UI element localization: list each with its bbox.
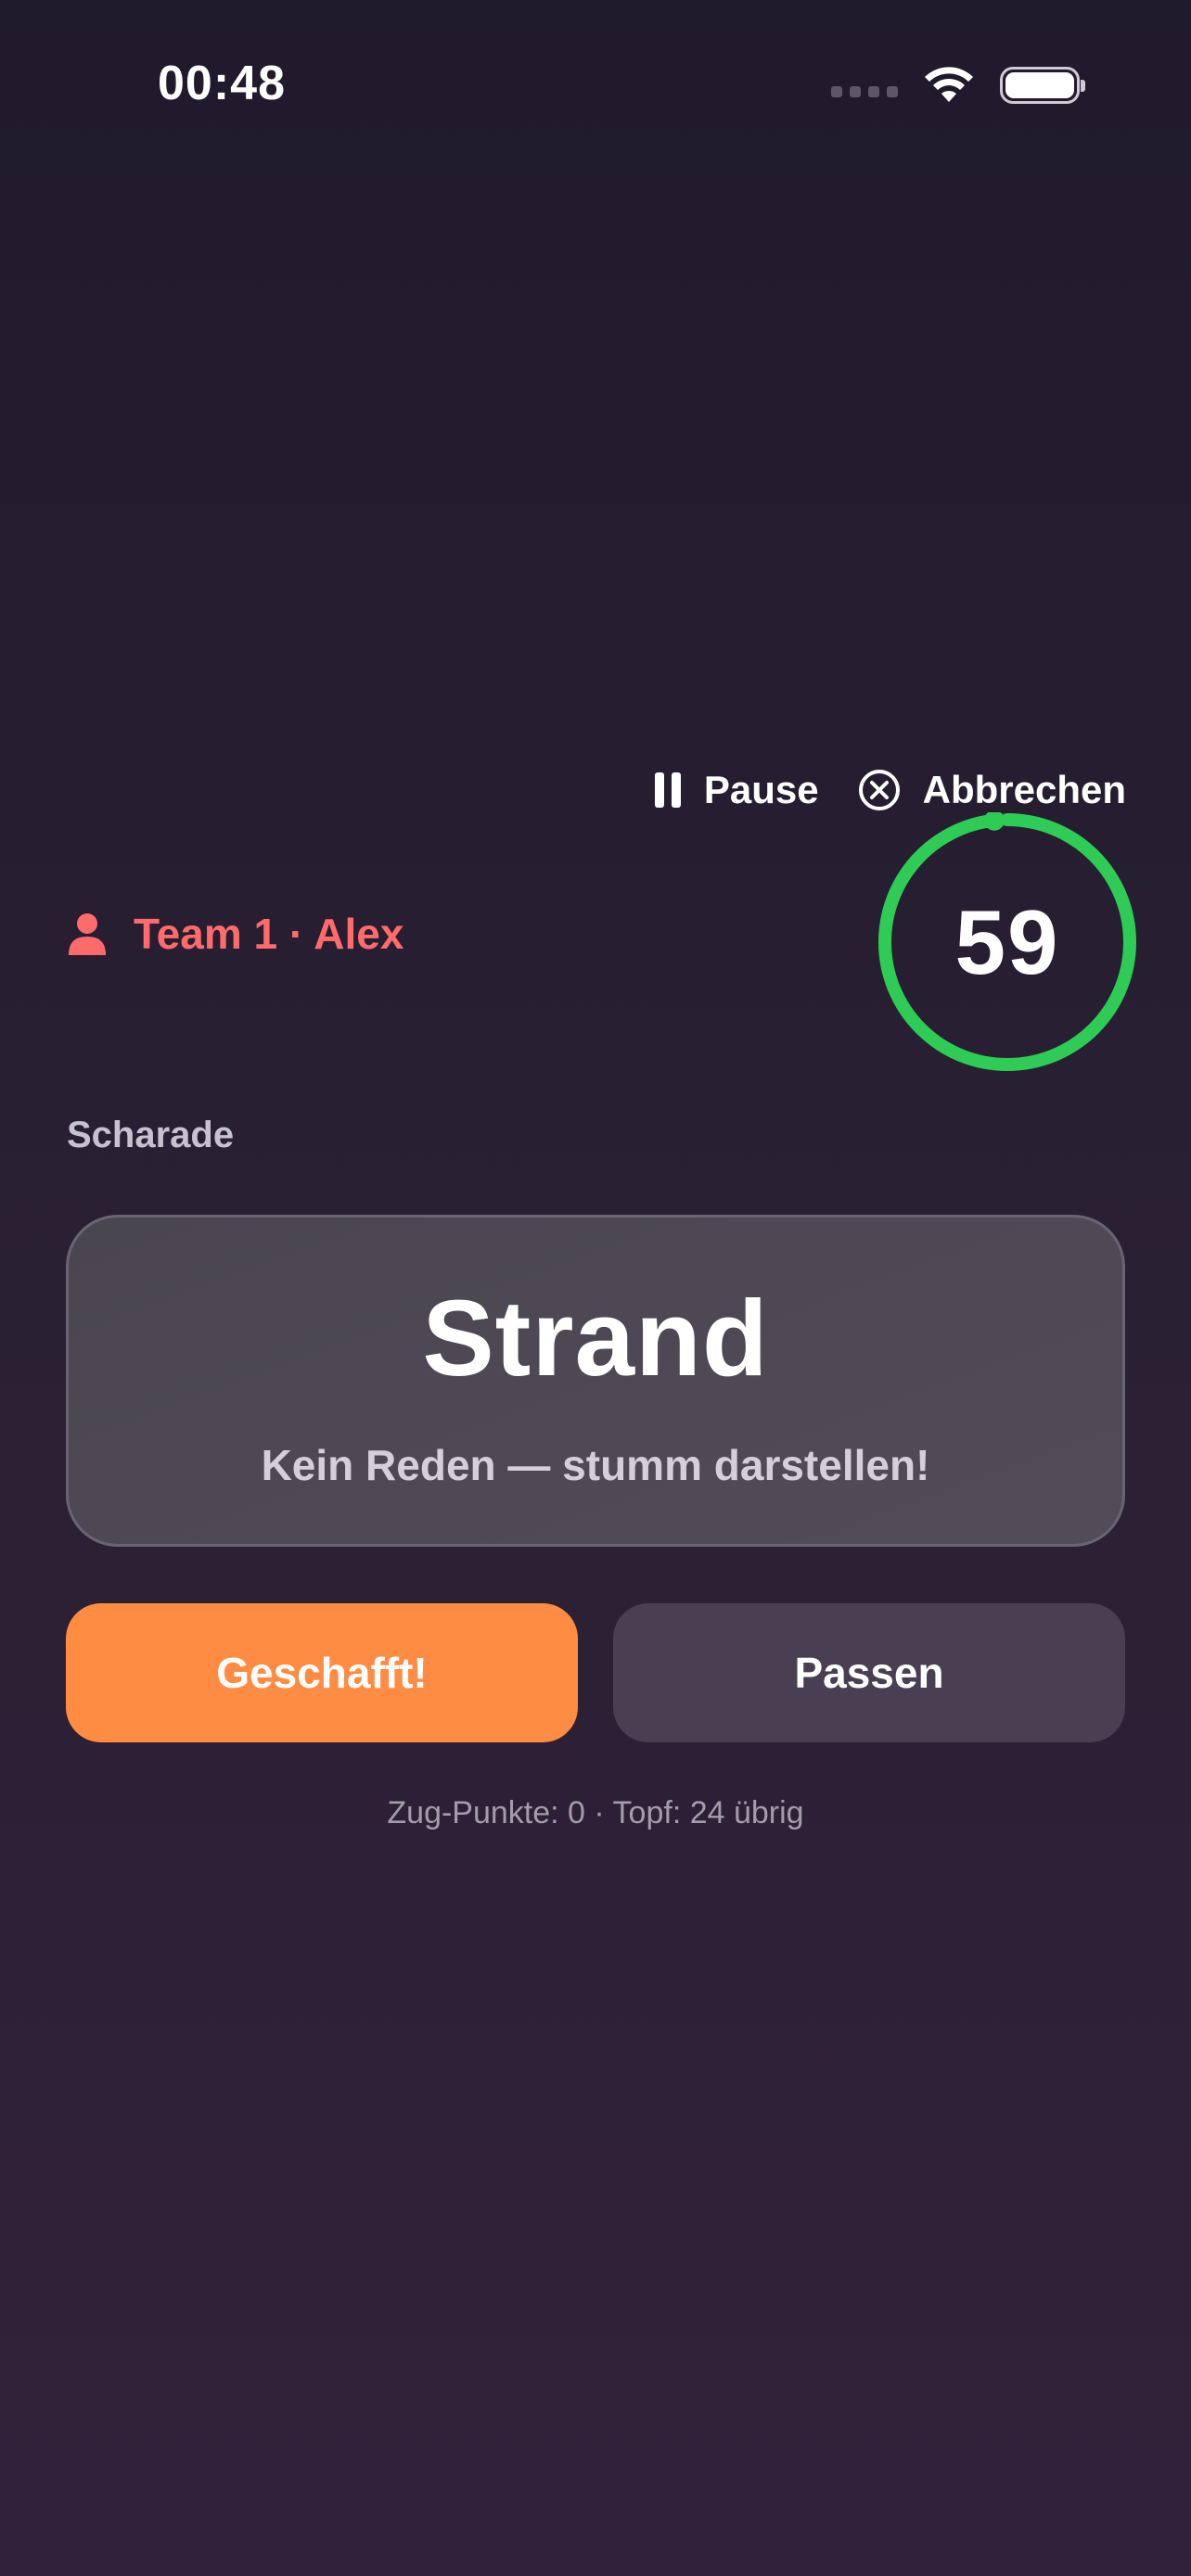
word-card: Strand Kein Reden — stumm darstellen! — [66, 1215, 1125, 1547]
wifi-icon — [925, 67, 973, 102]
current-player: Team 1 · Alex — [67, 909, 403, 959]
category-label: Scharade — [67, 1115, 235, 1155]
pass-button[interactable]: Passen — [613, 1603, 1125, 1742]
pause-button[interactable]: Pause — [654, 768, 819, 812]
status-indicators — [831, 65, 1085, 106]
action-buttons: Geschafft! Passen — [66, 1603, 1125, 1742]
card-word: Strand — [422, 1278, 769, 1398]
person-icon — [69, 913, 106, 955]
status-bar: 00:48 — [0, 0, 1191, 176]
pause-label: Pause — [703, 768, 819, 811]
timer-value: 59 — [954, 890, 1060, 993]
signal-icon — [831, 86, 898, 97]
turn-timer: 59 — [877, 812, 1137, 1072]
status-time: 00:48 — [158, 57, 286, 110]
success-button[interactable]: Geschafft! — [66, 1603, 578, 1742]
battery-icon — [1000, 67, 1085, 104]
turn-controls: Pause Abbrechen — [654, 768, 1126, 812]
close-circle-icon — [858, 770, 900, 810]
card-hint: Kein Reden — stumm darstellen! — [261, 1441, 930, 1489]
cancel-button[interactable]: Abbrechen — [858, 768, 1126, 812]
pause-icon — [654, 772, 681, 808]
player-label: Team 1 · Alex — [134, 910, 404, 958]
cancel-label: Abbrechen — [922, 768, 1126, 811]
turn-info: Zug-Punkte: 0 · Topf: 24 übrig — [387, 1795, 804, 1830]
